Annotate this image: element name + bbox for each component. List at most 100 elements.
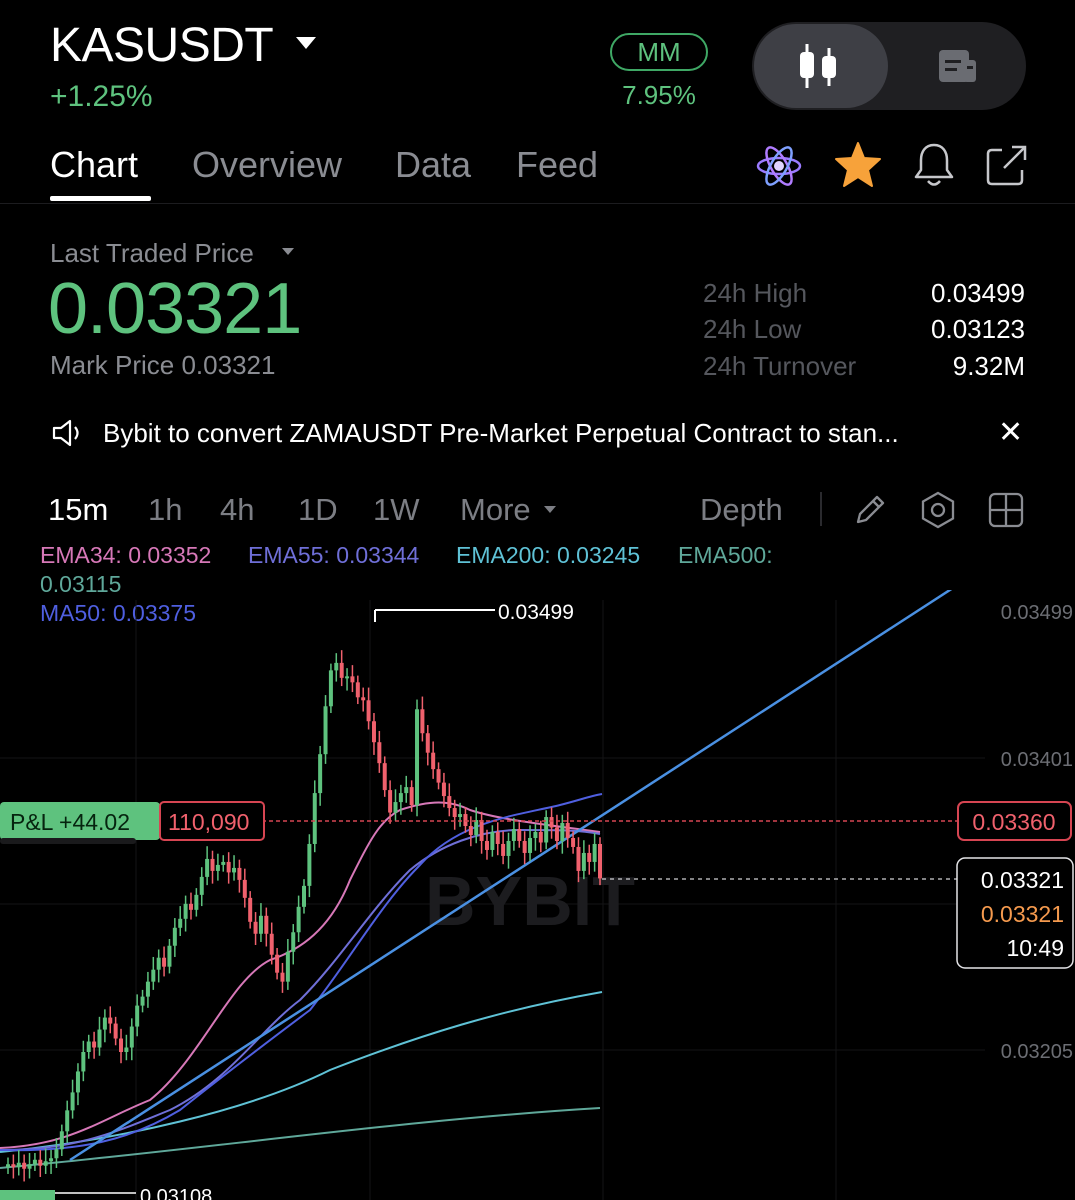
interval-15m[interactable]: 15m [48,492,108,528]
candle-body [425,733,430,753]
candle-body [285,951,290,982]
candle-body [345,676,350,679]
candle-body [581,852,586,871]
candle-body [436,769,441,783]
pencil-icon [856,495,885,524]
interval-more[interactable]: More [460,492,531,528]
interval-1w[interactable]: 1W [373,492,420,528]
candle-body [113,1023,118,1039]
mm-value: 7.95% [622,80,696,110]
candle-body [124,1047,129,1052]
share-external-icon [986,145,1027,186]
candle-body [280,972,285,982]
candle-body [452,808,457,818]
candle-body [135,1005,140,1027]
candle-body [151,969,156,982]
stat-24h-turnover-value: 9.32M [952,351,1025,381]
current-last-price: 0.03321 [981,867,1064,893]
candle-body [592,843,597,862]
candle-body [296,906,301,933]
price-axis-tick: 0.03499 [1001,602,1073,624]
ema34-legend: EMA34: 0.03352 [40,542,212,568]
candle-body [441,782,446,797]
candle-body [237,867,242,880]
announcement-text[interactable]: Bybit to convert ZAMAUSDT Pre-Market Per… [103,418,899,449]
stat-24h-high-label: 24h High [703,278,808,308]
candle-body [361,697,366,701]
bybit-watermark: BYBIT [425,862,635,940]
candle-body [156,957,161,970]
stat-24h-turnover-label: 24h Turnover [703,351,857,381]
price-axis-tick: 0.03401 [1001,749,1073,771]
price-axis-tick: 0.03205 [1001,1041,1073,1063]
candle-body [355,682,360,698]
tab-chart[interactable]: Chart [50,144,138,186]
tab-feed[interactable]: Feed [516,144,598,186]
candle-body [366,700,371,722]
candle-body [388,790,393,813]
candle-body [318,754,323,794]
candle-body [43,1161,48,1166]
last-traded-price-label[interactable]: Last Traded Price [50,238,254,269]
candle-body [291,932,296,952]
symbol-dropdown-caret-icon[interactable] [296,37,316,49]
candle-body [86,1041,91,1052]
close-announcement-icon[interactable]: ✕ [998,418,1023,448]
stat-24h-high-value: 0.03499 [931,278,1025,308]
candle-body [587,852,592,862]
symbol-title[interactable]: KASUSDT [50,18,274,73]
candle-body [350,676,355,683]
share-button[interactable] [984,142,1030,193]
candle-body [598,843,602,879]
atom-icon [756,146,802,186]
candle-body [167,945,172,967]
candle-body [307,843,312,886]
mark-price: Mark Price 0.03321 [50,350,276,380]
candle-body [242,879,247,898]
candle-body [54,1149,59,1159]
tab-overview[interactable]: Overview [192,144,342,186]
tab-data[interactable]: Data [395,144,471,186]
candlestick-view-button[interactable] [754,24,888,108]
favorite-button[interactable] [832,140,884,195]
price-alert-button[interactable] [912,140,956,195]
candle-body [253,921,258,934]
orderbook-view-button[interactable] [938,48,978,89]
candle-body [463,814,468,827]
hexagon-settings-icon [921,491,955,529]
candle-body [382,763,387,791]
candle-body [409,787,414,806]
ema200-legend: EMA200: 0.03245 [456,542,641,568]
more-caret-icon[interactable] [544,506,556,513]
ai-atom-button[interactable] [754,142,804,195]
candle-body [221,861,226,865]
grid-layout-icon [988,492,1024,528]
candle-body [226,861,231,873]
candle-body [371,721,376,743]
mm-badge[interactable]: MM [610,33,708,71]
indicator-settings-button[interactable] [918,490,958,535]
candle-body [264,915,269,934]
interval-1d[interactable]: 1D [298,492,338,528]
candle-body [484,840,489,850]
candle-body [339,662,344,678]
candle-body [447,796,452,809]
price-chart[interactable]: BYBIT 0.03499 P&L +44.02 110,090 0.03360… [0,590,1075,1200]
interval-1h[interactable]: 1h [148,492,182,528]
price-type-caret-icon[interactable] [282,248,294,255]
candle-body [258,915,263,934]
layout-grid-button[interactable] [988,492,1024,533]
candle-body [506,840,511,856]
interval-4h[interactable]: 4h [220,492,254,528]
candle-body [59,1131,64,1150]
candle-body [194,894,199,910]
depth-chart-button[interactable]: Depth [700,492,783,528]
candle-countdown: 10:49 [1006,935,1064,961]
candle-body [178,918,183,928]
order-book-icon [939,50,976,82]
candle-body [420,709,425,734]
draw-tool-button[interactable] [852,492,888,533]
candle-body [377,742,382,764]
candle-body [398,793,403,803]
candle-body [495,832,500,844]
